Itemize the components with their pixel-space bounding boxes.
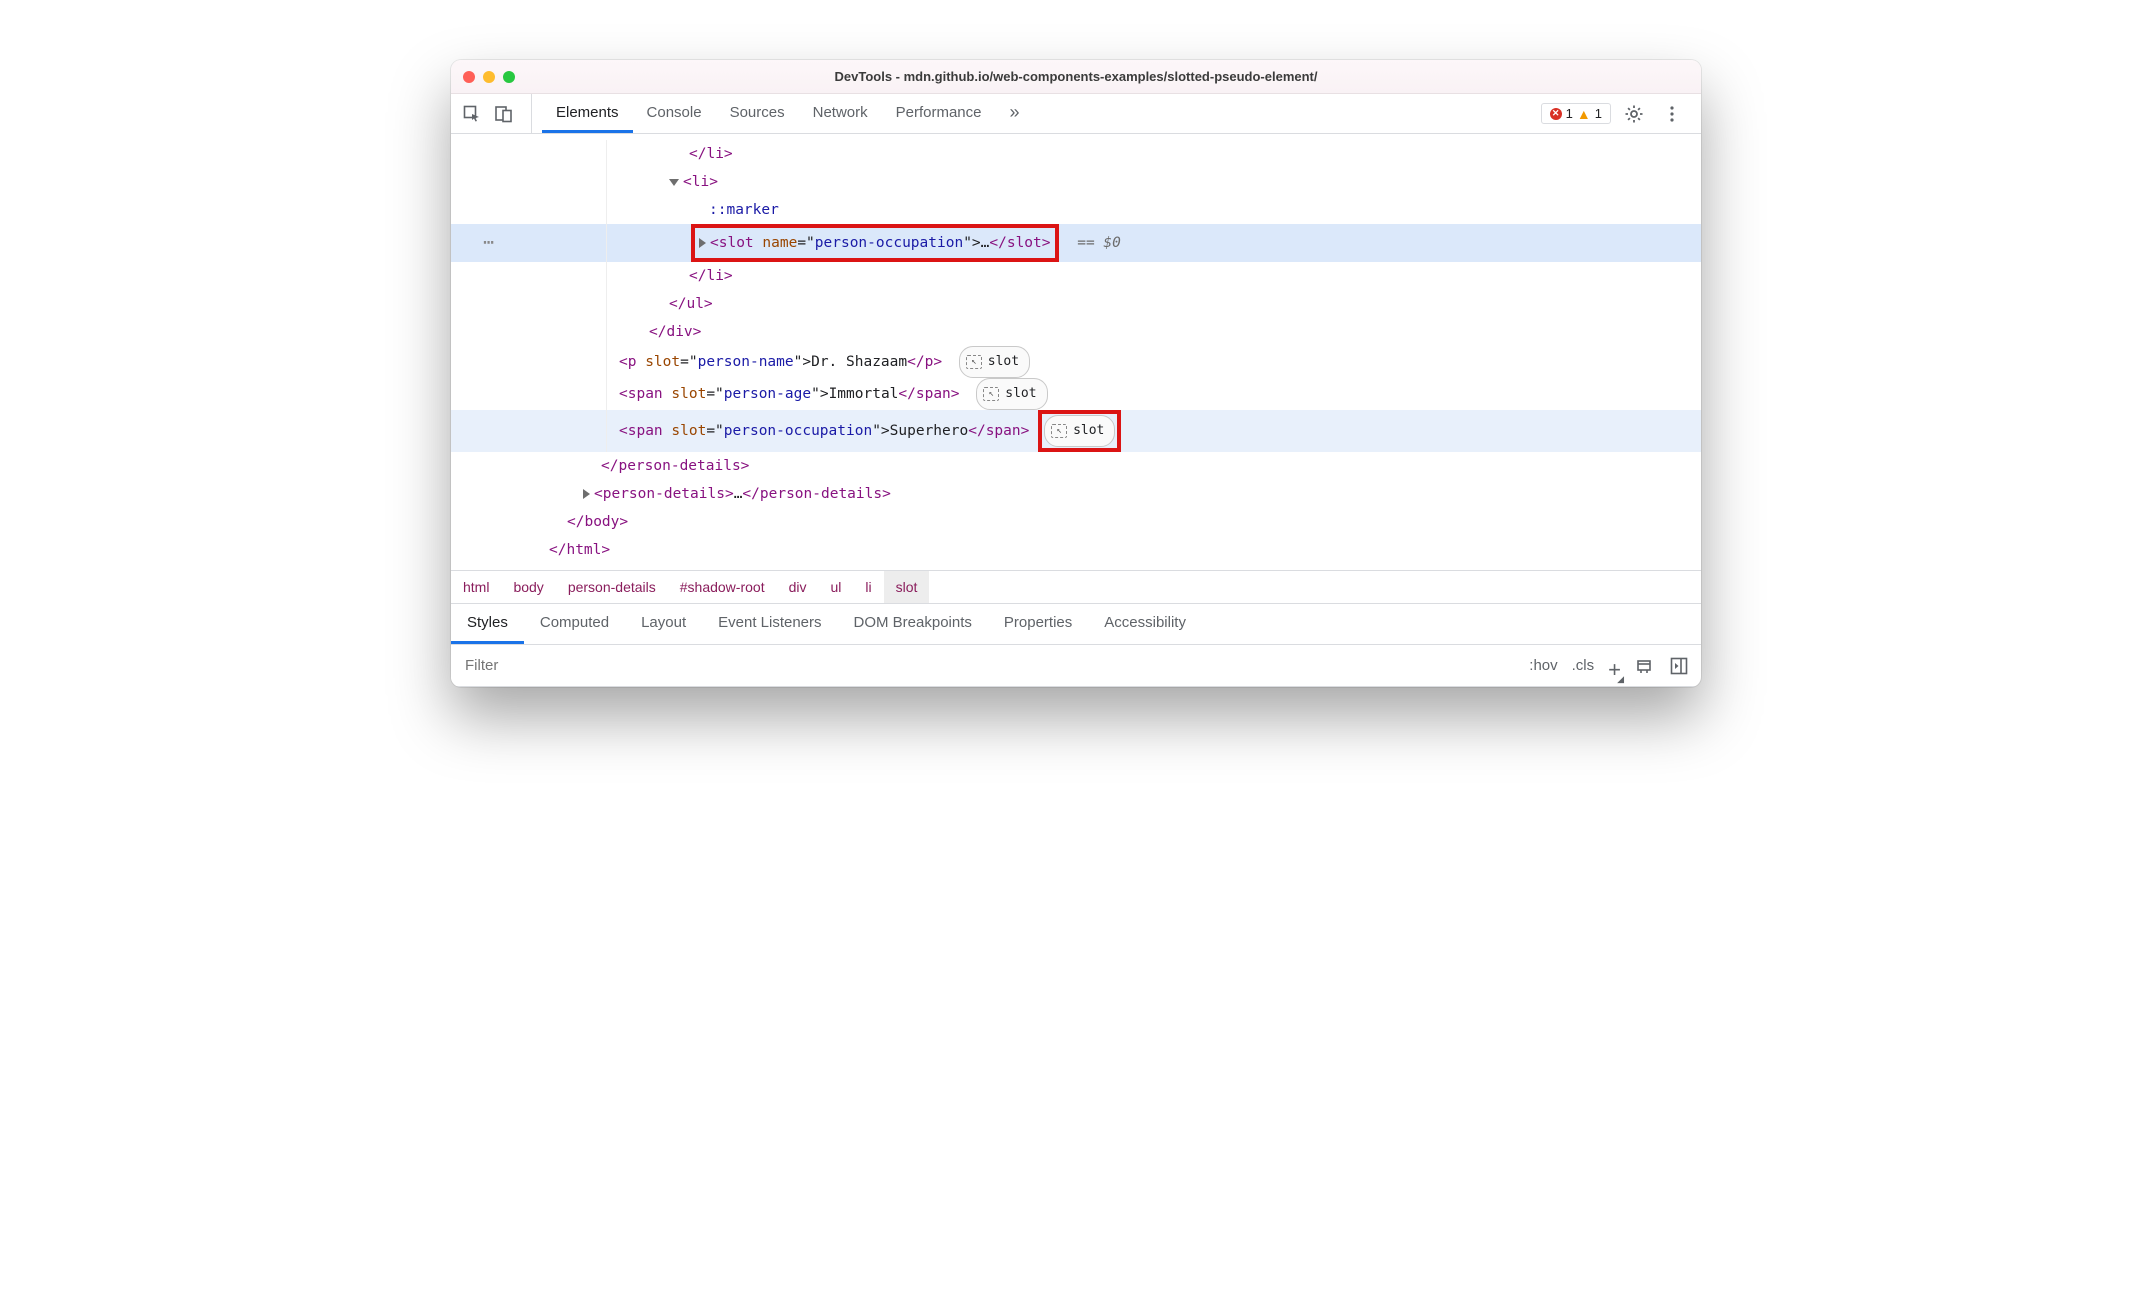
- toggle-computed-sidebar-icon[interactable]: [1669, 656, 1689, 676]
- settings-gear-icon[interactable]: [1619, 99, 1649, 129]
- elements-tree[interactable]: </li> <li> ::marker ⋯ <slot name="person…: [451, 134, 1701, 570]
- dom-node-selected[interactable]: ⋯ <slot name="person-occupation">…</slot…: [451, 224, 1701, 262]
- kebab-menu-icon[interactable]: [1657, 99, 1687, 129]
- console-ref: == $0: [1077, 235, 1121, 251]
- tabs-overflow-icon[interactable]: »: [996, 94, 1034, 133]
- warning-icon: ▲: [1577, 107, 1591, 121]
- crumb-shadow-root[interactable]: #shadow-root: [668, 571, 777, 603]
- highlight-box: <slot name="person-occupation">…</slot>: [691, 224, 1059, 262]
- dom-node[interactable]: <span slot="person-age">Immortal</span> …: [451, 378, 1701, 410]
- tab-computed[interactable]: Computed: [524, 604, 625, 644]
- warning-count: 1: [1595, 106, 1602, 121]
- tab-console[interactable]: Console: [633, 94, 716, 133]
- error-count: 1: [1566, 106, 1573, 121]
- dom-node[interactable]: <li>: [451, 168, 1701, 196]
- tab-layout[interactable]: Layout: [625, 604, 702, 644]
- expand-toggle-icon[interactable]: [699, 238, 706, 248]
- dom-node[interactable]: </div>: [451, 318, 1701, 346]
- error-icon: ✕: [1550, 108, 1562, 120]
- new-style-rule-icon[interactable]: +◢: [1608, 657, 1621, 683]
- tab-sources[interactable]: Sources: [716, 94, 799, 133]
- tab-accessibility[interactable]: Accessibility: [1088, 604, 1202, 644]
- inspect-element-icon[interactable]: [457, 99, 487, 129]
- styles-filter-row: :hov .cls +◢: [451, 645, 1701, 687]
- window-title: DevTools - mdn.github.io/web-components-…: [451, 69, 1701, 84]
- titlebar: DevTools - mdn.github.io/web-components-…: [451, 60, 1701, 94]
- dom-node[interactable]: <p slot="person-name">Dr. Shazaam</p> ↖s…: [451, 346, 1701, 378]
- reveal-slot-badge[interactable]: ↖slot: [959, 346, 1030, 378]
- dom-node[interactable]: </person-details>: [451, 452, 1701, 480]
- tab-properties[interactable]: Properties: [988, 604, 1088, 644]
- sidebar-tabs: Styles Computed Layout Event Listeners D…: [451, 603, 1701, 645]
- hov-toggle[interactable]: :hov: [1529, 657, 1557, 674]
- panel-tabs: Elements Console Sources Network Perform…: [542, 94, 1541, 133]
- issues-counter[interactable]: ✕ 1 ▲ 1: [1541, 103, 1611, 124]
- reveal-slot-badge[interactable]: ↖slot: [976, 378, 1047, 410]
- reveal-icon: ↖: [983, 387, 999, 401]
- dom-node[interactable]: ::marker: [451, 196, 1701, 224]
- dom-node[interactable]: </html>: [451, 536, 1701, 564]
- gutter-menu-icon[interactable]: ⋯: [451, 224, 526, 262]
- tab-performance[interactable]: Performance: [882, 94, 996, 133]
- expand-toggle-icon[interactable]: [583, 489, 590, 499]
- highlight-box: ↖slot: [1038, 410, 1121, 452]
- dom-node[interactable]: <span slot="person-occupation">Superhero…: [451, 410, 1701, 452]
- reveal-icon: ↖: [1051, 424, 1067, 438]
- reveal-icon: ↖: [966, 355, 982, 369]
- toggle-common-rendering-icon[interactable]: [1635, 656, 1655, 676]
- cls-toggle[interactable]: .cls: [1572, 657, 1595, 674]
- dom-node[interactable]: </body>: [451, 508, 1701, 536]
- tab-elements[interactable]: Elements: [542, 94, 633, 133]
- tab-dom-breakpoints[interactable]: DOM Breakpoints: [838, 604, 988, 644]
- breadcrumb: html body person-details #shadow-root di…: [451, 570, 1701, 603]
- reveal-slot-badge[interactable]: ↖slot: [1044, 415, 1115, 447]
- styles-filter-input[interactable]: [451, 645, 1517, 686]
- crumb-person-details[interactable]: person-details: [556, 571, 668, 603]
- tab-styles[interactable]: Styles: [451, 604, 524, 644]
- dom-node[interactable]: </li>: [451, 262, 1701, 290]
- device-toolbar-icon[interactable]: [489, 99, 519, 129]
- main-toolbar: Elements Console Sources Network Perform…: [451, 94, 1701, 134]
- crumb-ul[interactable]: ul: [818, 571, 853, 603]
- crumb-slot[interactable]: slot: [884, 571, 930, 603]
- crumb-html[interactable]: html: [451, 571, 501, 603]
- tab-event-listeners[interactable]: Event Listeners: [702, 604, 837, 644]
- crumb-div[interactable]: div: [777, 571, 819, 603]
- tab-network[interactable]: Network: [799, 94, 882, 133]
- dom-node[interactable]: </li>: [451, 140, 1701, 168]
- crumb-li[interactable]: li: [853, 571, 883, 603]
- crumb-body[interactable]: body: [501, 571, 555, 603]
- expand-toggle-icon[interactable]: [669, 179, 679, 186]
- dom-node[interactable]: </ul>: [451, 290, 1701, 318]
- dom-node[interactable]: <person-details>…</person-details>: [451, 480, 1701, 508]
- devtools-window: DevTools - mdn.github.io/web-components-…: [451, 60, 1701, 687]
